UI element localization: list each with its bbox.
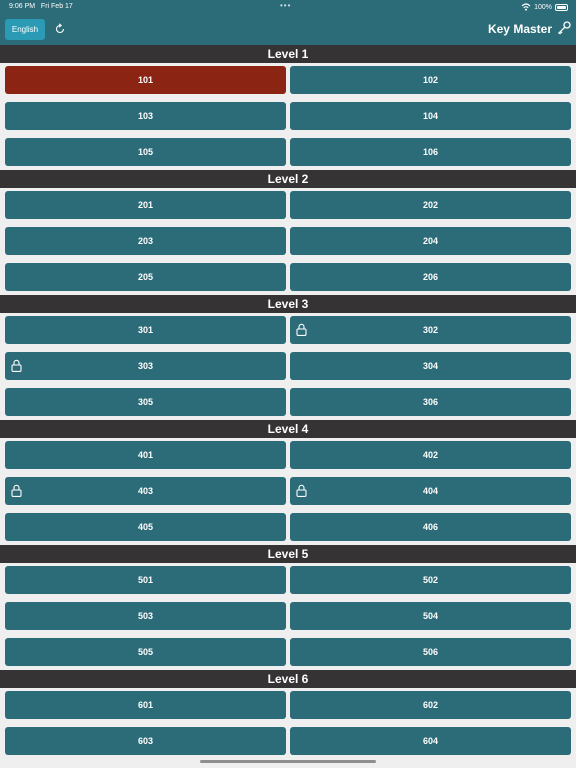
key-button-301[interactable]: 301 <box>5 316 286 344</box>
key-button-501[interactable]: 501 <box>5 566 286 594</box>
key-button-102[interactable]: 102 <box>290 66 571 94</box>
key-label: 101 <box>137 75 154 85</box>
key-button-401[interactable]: 401 <box>5 441 286 469</box>
level-header: Level 1 <box>0 45 576 63</box>
key-label: 103 <box>137 111 154 121</box>
key-button-603[interactable]: 603 <box>5 727 286 755</box>
key-button-103[interactable]: 103 <box>5 102 286 130</box>
key-button-305[interactable]: 305 <box>5 388 286 416</box>
key-label: 301 <box>137 325 154 335</box>
key-button-206[interactable]: 206 <box>290 263 571 291</box>
refresh-icon[interactable] <box>54 23 66 35</box>
key-label: 401 <box>137 450 154 460</box>
key-label: 505 <box>137 647 154 657</box>
key-label: 403 <box>137 486 154 496</box>
key-button-303[interactable]: 303 <box>5 352 286 380</box>
key-label: 206 <box>422 272 439 282</box>
status-indicators: 100% <box>521 3 568 11</box>
key-button-502[interactable]: 502 <box>290 566 571 594</box>
key-label: 506 <box>422 647 439 657</box>
battery-icon <box>555 3 568 11</box>
key-label: 105 <box>137 147 154 157</box>
key-button-306[interactable]: 306 <box>290 388 571 416</box>
key-label: 604 <box>422 736 439 746</box>
key-label: 304 <box>422 361 439 371</box>
level-header: Level 6 <box>0 670 576 688</box>
key-label: 306 <box>422 397 439 407</box>
key-button-106[interactable]: 106 <box>290 138 571 166</box>
key-label: 602 <box>422 700 439 710</box>
level-header: Level 4 <box>0 420 576 438</box>
app-root: 9:06 PM Fri Feb 17 ••• 100% English Key … <box>0 0 576 768</box>
key-button-505[interactable]: 505 <box>5 638 286 666</box>
key-label: 305 <box>137 397 154 407</box>
home-indicator[interactable] <box>200 760 376 763</box>
key-label: 501 <box>137 575 154 585</box>
key-label: 603 <box>137 736 154 746</box>
key-button-101[interactable]: 101 <box>5 66 286 94</box>
key-label: 504 <box>422 611 439 621</box>
key-label: 405 <box>137 522 154 532</box>
level-header: Level 2 <box>0 170 576 188</box>
app-title: Key Master <box>487 22 552 36</box>
key-button-302[interactable]: 302 <box>290 316 571 344</box>
key-label: 203 <box>137 236 154 246</box>
lock-icon <box>296 323 307 336</box>
key-button-405[interactable]: 405 <box>5 513 286 541</box>
level-header: Level 3 <box>0 295 576 313</box>
key-button-504[interactable]: 504 <box>290 602 571 630</box>
key-button-506[interactable]: 506 <box>290 638 571 666</box>
key-label: 204 <box>422 236 439 246</box>
key-button-604[interactable]: 604 <box>290 727 571 755</box>
key-button-503[interactable]: 503 <box>5 602 286 630</box>
key-label: 503 <box>137 611 154 621</box>
key-button-205[interactable]: 205 <box>5 263 286 291</box>
key-button-204[interactable]: 204 <box>290 227 571 255</box>
key-label: 406 <box>422 522 439 532</box>
key-button-406[interactable]: 406 <box>290 513 571 541</box>
key-button-602[interactable]: 602 <box>290 691 571 719</box>
key-button-601[interactable]: 601 <box>5 691 286 719</box>
lock-icon <box>296 484 307 497</box>
key-label: 202 <box>422 200 439 210</box>
key-button-201[interactable]: 201 <box>5 191 286 219</box>
key-label: 201 <box>137 200 154 210</box>
key-button-403[interactable]: 403 <box>5 477 286 505</box>
key-label: 104 <box>422 111 439 121</box>
app-header: 9:06 PM Fri Feb 17 ••• 100% English Key … <box>0 0 576 45</box>
battery-percent: 100% <box>534 3 552 11</box>
key-label: 601 <box>137 700 154 710</box>
status-time: 9:06 PM Fri Feb 17 <box>9 3 73 10</box>
key-label: 205 <box>137 272 154 282</box>
lock-icon <box>11 484 22 497</box>
lock-icon <box>11 359 22 372</box>
key-label: 402 <box>422 450 439 460</box>
key-button-402[interactable]: 402 <box>290 441 571 469</box>
multitasking-dots-icon[interactable]: ••• <box>280 1 291 10</box>
key-button-105[interactable]: 105 <box>5 138 286 166</box>
key-button-203[interactable]: 203 <box>5 227 286 255</box>
key-label: 404 <box>422 486 439 496</box>
key-button-404[interactable]: 404 <box>290 477 571 505</box>
key-label: 303 <box>137 361 154 371</box>
language-button[interactable]: English <box>5 19 45 40</box>
key-button-202[interactable]: 202 <box>290 191 571 219</box>
level-header: Level 5 <box>0 545 576 563</box>
key-label: 502 <box>422 575 439 585</box>
key-button-104[interactable]: 104 <box>290 102 571 130</box>
key-label: 102 <box>422 75 439 85</box>
key-label: 106 <box>422 147 439 157</box>
key-icon[interactable] <box>557 21 571 35</box>
key-label: 302 <box>422 325 439 335</box>
wifi-icon <box>521 3 531 11</box>
key-button-304[interactable]: 304 <box>290 352 571 380</box>
